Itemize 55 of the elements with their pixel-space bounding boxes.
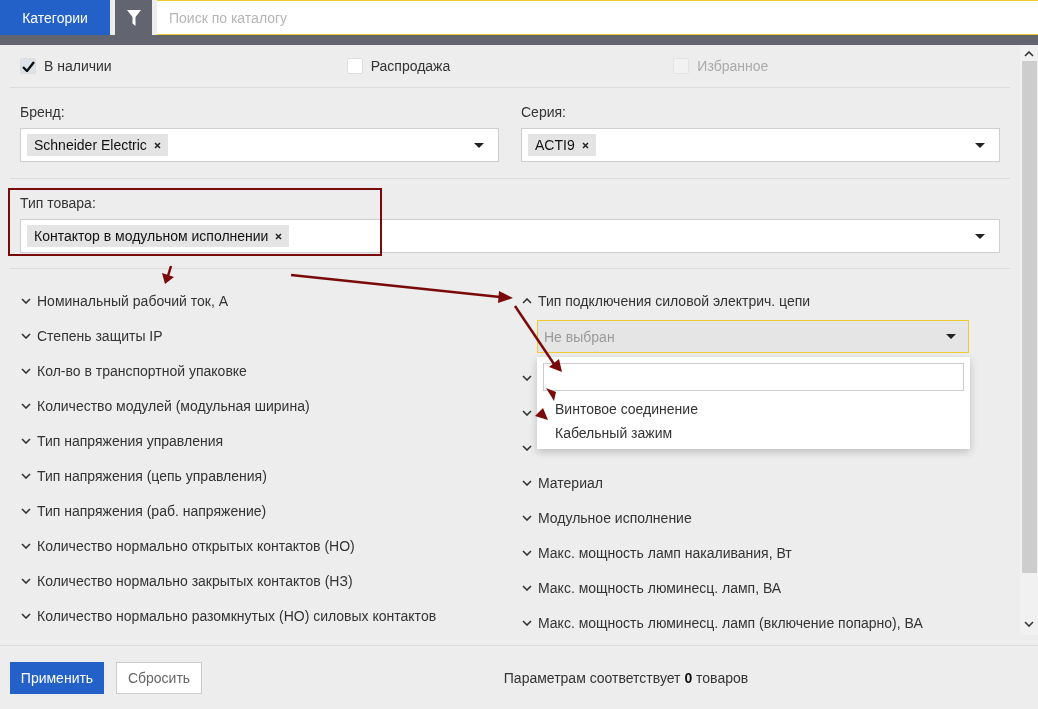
field-label: Бренд: bbox=[20, 104, 66, 120]
field-label: Серия: bbox=[521, 104, 567, 120]
scroll-down-icon[interactable] bbox=[1024, 621, 1034, 627]
field-label: Тип товара: bbox=[20, 195, 97, 211]
annotation-arrow bbox=[162, 265, 174, 284]
reset-button[interactable]: Сбросить bbox=[116, 661, 202, 694]
filter-toggle[interactable]: Макс. мощность люминесц. ламп, ВА bbox=[521, 570, 782, 605]
caret-icon bbox=[946, 334, 956, 339]
apply-button[interactable]: Применить bbox=[10, 661, 104, 694]
annotation-arrow bbox=[513, 305, 562, 372]
close-icon[interactable] bbox=[581, 141, 589, 149]
filter-toggle[interactable]: Тип напряжения (цепь управления) bbox=[20, 458, 267, 493]
filter-toggle[interactable]: Степень защиты IP bbox=[20, 318, 163, 353]
scroll-up-icon[interactable] bbox=[1024, 51, 1034, 57]
filter-toggle[interactable]: Количество нормально закрытых контактов (НЗ) bbox=[20, 563, 353, 598]
dropdown-option[interactable]: Винтовое соединение bbox=[543, 397, 964, 421]
checkbox-option[interactable]: В наличии bbox=[20, 58, 347, 74]
filter-toggle[interactable]: Кол-во в транспортной упаковке bbox=[20, 353, 247, 388]
selected-tag[interactable]: Schneider Electric bbox=[27, 134, 168, 156]
filter-toggle[interactable]: Модульное исполнение bbox=[521, 500, 692, 535]
filter-toggle[interactable]: Тип напряжения управления bbox=[20, 423, 224, 458]
annotation-arrow bbox=[535, 408, 548, 420]
filter-toggle[interactable]: Тип подключения силовой электрич. цепи bbox=[521, 283, 811, 318]
caret-icon bbox=[975, 233, 985, 239]
filter-toggle[interactable]: Макс. мощность люминесц. ламп (включение попарно), ВА bbox=[521, 605, 923, 640]
checkmark-icon bbox=[21, 60, 35, 72]
annotation-arrow bbox=[546, 388, 556, 401]
checkbox[interactable] bbox=[20, 58, 36, 74]
filter-icon bbox=[126, 9, 141, 26]
selected-tag[interactable]: Контактор в модульном исполнении bbox=[27, 225, 290, 247]
filter-toggle[interactable]: Номинальный рабочий ток, А bbox=[20, 283, 228, 318]
filter-toggle[interactable]: Макс. мощность ламп накаливания, Вт bbox=[521, 535, 792, 570]
result-text: Параметрам соответствует 0 товаров bbox=[502, 669, 750, 686]
multi-select-field[interactable]: ACTI9 bbox=[521, 128, 1000, 162]
multi-select-field[interactable]: Контактор в модульном исполнении bbox=[20, 219, 1000, 253]
filter-button[interactable] bbox=[115, 0, 152, 35]
close-icon[interactable] bbox=[153, 141, 161, 149]
selected-tag[interactable]: ACTI9 bbox=[528, 134, 596, 156]
filter-toggle[interactable]: Количество нормально разомкнутых (НО) силовых контактов bbox=[20, 598, 437, 633]
search-field[interactable] bbox=[543, 363, 964, 391]
scrollbar-thumb[interactable] bbox=[1021, 61, 1037, 573]
caret-icon bbox=[975, 142, 985, 148]
filter-toggle[interactable]: Материал bbox=[521, 465, 603, 500]
filter-toggle[interactable]: Количество модулей (модульная ширина) bbox=[20, 388, 310, 423]
caret-icon bbox=[474, 142, 484, 148]
multi-select-field[interactable]: Schneider Electric bbox=[20, 128, 499, 162]
checkbox[interactable] bbox=[346, 58, 363, 74]
close-icon[interactable] bbox=[275, 232, 283, 240]
scrollbar[interactable] bbox=[1020, 45, 1038, 635]
checkbox-option[interactable]: Распродажа bbox=[346, 58, 674, 74]
filter-toggle[interactable]: Количество нормально открытых контактов (НО) bbox=[20, 528, 355, 563]
categories-button[interactable]: Категории bbox=[0, 0, 110, 35]
filter-toggle[interactable]: Тип напряжения (раб. напряжение) bbox=[20, 493, 267, 528]
search-field[interactable]: Поиск по каталогу bbox=[157, 0, 1038, 35]
dropdown-option[interactable]: Кабельный зажим bbox=[543, 421, 964, 445]
